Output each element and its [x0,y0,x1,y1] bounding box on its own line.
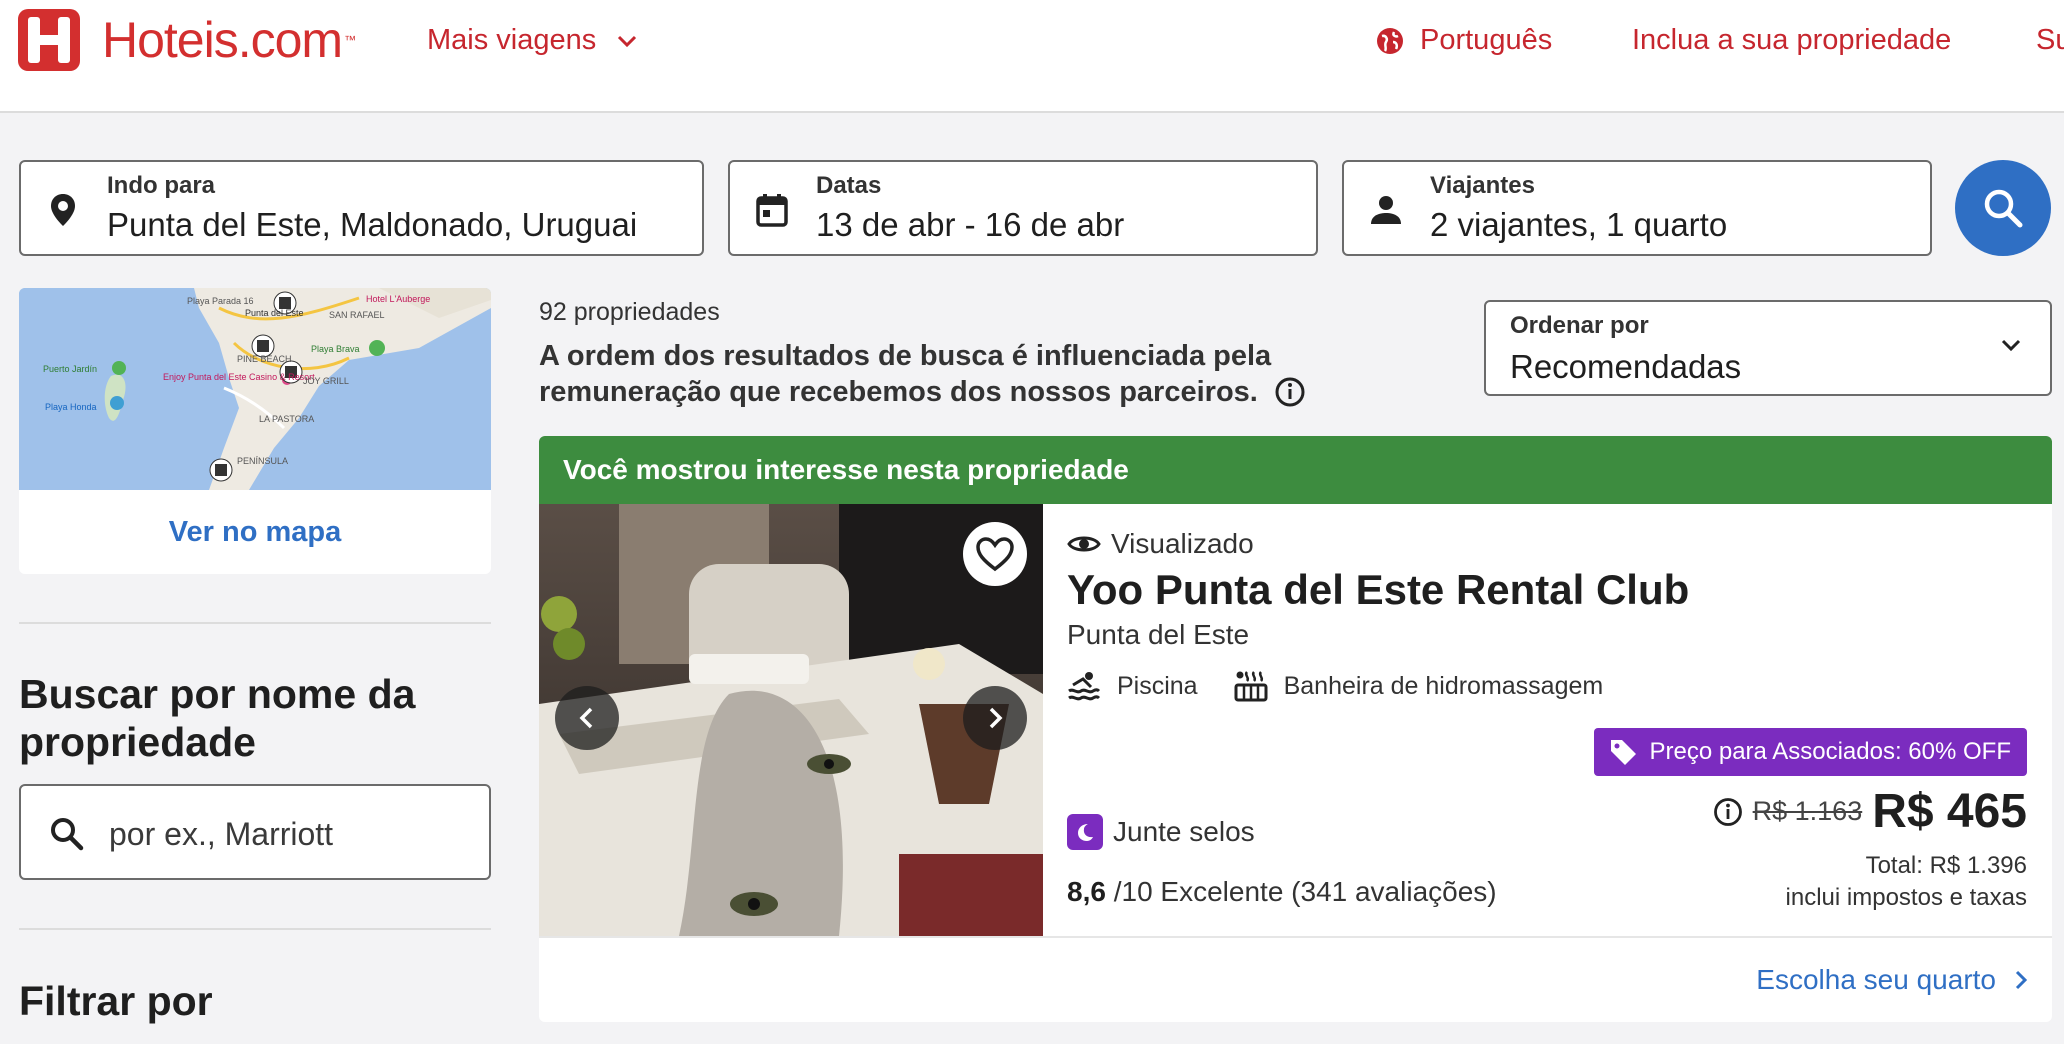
map-label: Playa Honda [45,402,97,412]
interest-banner: Você mostrou interesse nesta propriedade [539,436,2052,504]
language-label: Português [1420,24,1553,56]
viewed-label: Visualizado [1111,528,1254,559]
map-label: Hotel L'Auberge [366,294,430,304]
rating-text: /10 Excelente (341 avaliações) [1113,876,1497,907]
property-card[interactable]: Você mostrou interesse nesta propriedade [539,436,2052,1022]
amenity-label: Piscina [1117,671,1198,700]
collect-stamps: Junte selos [1067,814,1255,850]
ranking-disclaimer: A ordem dos resultados de busca é influe… [539,338,1459,410]
total-price: Total: R$ 1.396 [1865,852,2027,879]
travelers-value: 2 viajantes, 1 quarto [1430,206,1728,243]
map-label: JOY GRILL [303,376,349,386]
price-row: R$ 1.163 R$ 465 [1713,784,2027,839]
dates-value: 13 de abr - 16 de abr [816,206,1125,243]
more-trips-label: Mais viagens [427,24,597,56]
property-name-placeholder: por ex., Marriott [109,816,334,852]
chevron-down-icon [618,35,637,47]
property-name-input[interactable]: por ex., Marriott [19,784,491,880]
rating-score: 8,6 [1067,876,1106,907]
amenity-label: Banheira de hidromassagem [1283,671,1604,700]
tag-icon [1610,740,1636,765]
property-location: Punta del Este [1067,619,1250,650]
map-label: Enjoy Punta del Este Casino & Resort [163,372,315,382]
stamps-label: Junte selos [1113,816,1255,847]
choose-room-label: Escolha seu quarto [1756,964,1996,995]
chevron-right-icon [989,707,1003,729]
view-on-map-link[interactable]: Ver no mapa [19,490,491,574]
heart-icon [976,537,1014,572]
property-name[interactable]: Yoo Punta del Este Rental Club [1067,566,1689,614]
language-selector[interactable]: Português [1376,24,1552,57]
sidebar-divider [19,928,491,930]
amenity-hot-tub: Banheira de hidromassagem [1234,670,1604,702]
sort-dropdown[interactable]: Ordenar por Recomendadas [1484,300,2052,396]
destination-label: Indo para [107,172,216,199]
card-footer: Escolha seu quarto [539,936,2052,1022]
search-icon [1984,189,2023,228]
destination-field[interactable]: Indo para Punta del Este, Maldonado, Uru… [19,160,704,256]
info-icon[interactable] [1713,797,1743,827]
previous-photo-button[interactable] [555,686,619,750]
chevron-right-icon [2015,970,2028,990]
more-trips-menu[interactable]: Mais viagens [427,24,638,57]
property-name-search-title: Buscar por nome da propriedade [19,671,416,765]
globe-icon [1377,27,1403,54]
next-photo-button[interactable] [963,686,1027,750]
map-label: LA PASTORA [259,414,314,424]
original-price: R$ 1.163 [1752,796,1863,826]
eye-icon [1067,536,1101,552]
map-label: PINE BEACH [237,354,292,364]
map-label: Punta del Este [245,308,304,318]
chevron-left-icon [579,707,593,729]
taxes-note: inclui impostos e taxas [1785,884,2027,911]
member-price-badge: Preço para Associados: 60% OFF [1593,728,2027,776]
search-button[interactable] [1955,160,2051,256]
chevron-down-icon [2001,339,2021,352]
hoteis-logo-icon [18,9,80,71]
hoteis-logo[interactable]: Hoteis.com ™ [18,9,356,71]
map-label: Playa Brava [311,344,360,354]
filter-title: Filtrar por [19,978,213,1024]
map-label: Playa Parada 16 [187,296,254,306]
choose-room-link[interactable]: Escolha seu quarto [1756,964,2028,996]
disclaimer-text: A ordem dos resultados de busca é influe… [539,340,1272,408]
person-icon [1371,196,1401,224]
travelers-label: Viajantes [1430,172,1535,199]
sort-value: Recomendadas [1510,348,1742,385]
list-property-link[interactable]: Inclua a sua propriedade [1632,24,1951,57]
guest-rating: 8,6 /10 Excelente (341 avaliações) [1067,876,1497,908]
location-pin-icon [51,194,75,226]
favorite-button[interactable] [963,522,1027,586]
amenity-pool: Piscina [1067,671,1198,701]
info-icon[interactable] [1274,376,1306,408]
search-icon [51,818,84,851]
map-label: PENÍNSULA [237,456,288,466]
map-card: Playa Parada 16 Punta del Este Hotel L'A… [19,288,491,574]
moon-icon [1067,814,1103,850]
amenities-list: Piscina Banheira de hidromassagem [1067,670,1639,702]
pool-icon [1068,672,1101,701]
viewed-indicator: Visualizado [1067,528,1254,560]
sidebar-divider [19,622,491,624]
top-header: Hoteis.com ™ Mais viagens Português Inclu… [0,0,2064,113]
dates-label: Datas [816,172,882,199]
map-label: Puerto Jardín [43,364,97,374]
travelers-field[interactable]: Viajantes 2 viajantes, 1 quarto [1342,160,1932,256]
map-preview[interactable]: Playa Parada 16 Punta del Este Hotel L'A… [19,288,491,490]
property-info: Visualizado Yoo Punta del Este Rental Cl… [1067,504,2027,936]
results-count: 92 propriedades [539,298,720,326]
current-price: R$ 465 [1872,785,2027,838]
signin-link[interactable]: Su [2036,24,2064,57]
sort-label: Ordenar por [1510,312,1649,339]
hot-tub-icon [1234,671,1268,702]
calendar-icon [756,194,788,227]
dates-field[interactable]: Datas 13 de abr - 16 de abr [728,160,1318,256]
map-label: SAN RAFAEL [329,310,385,320]
trademark: ™ [344,33,357,47]
member-price-label: Preço para Associados: 60% OFF [1649,738,2012,765]
destination-value: Punta del Este, Maldonado, Uruguai [107,206,638,243]
property-photo[interactable] [539,504,1043,936]
brand-name: Hoteis.com [102,12,343,68]
